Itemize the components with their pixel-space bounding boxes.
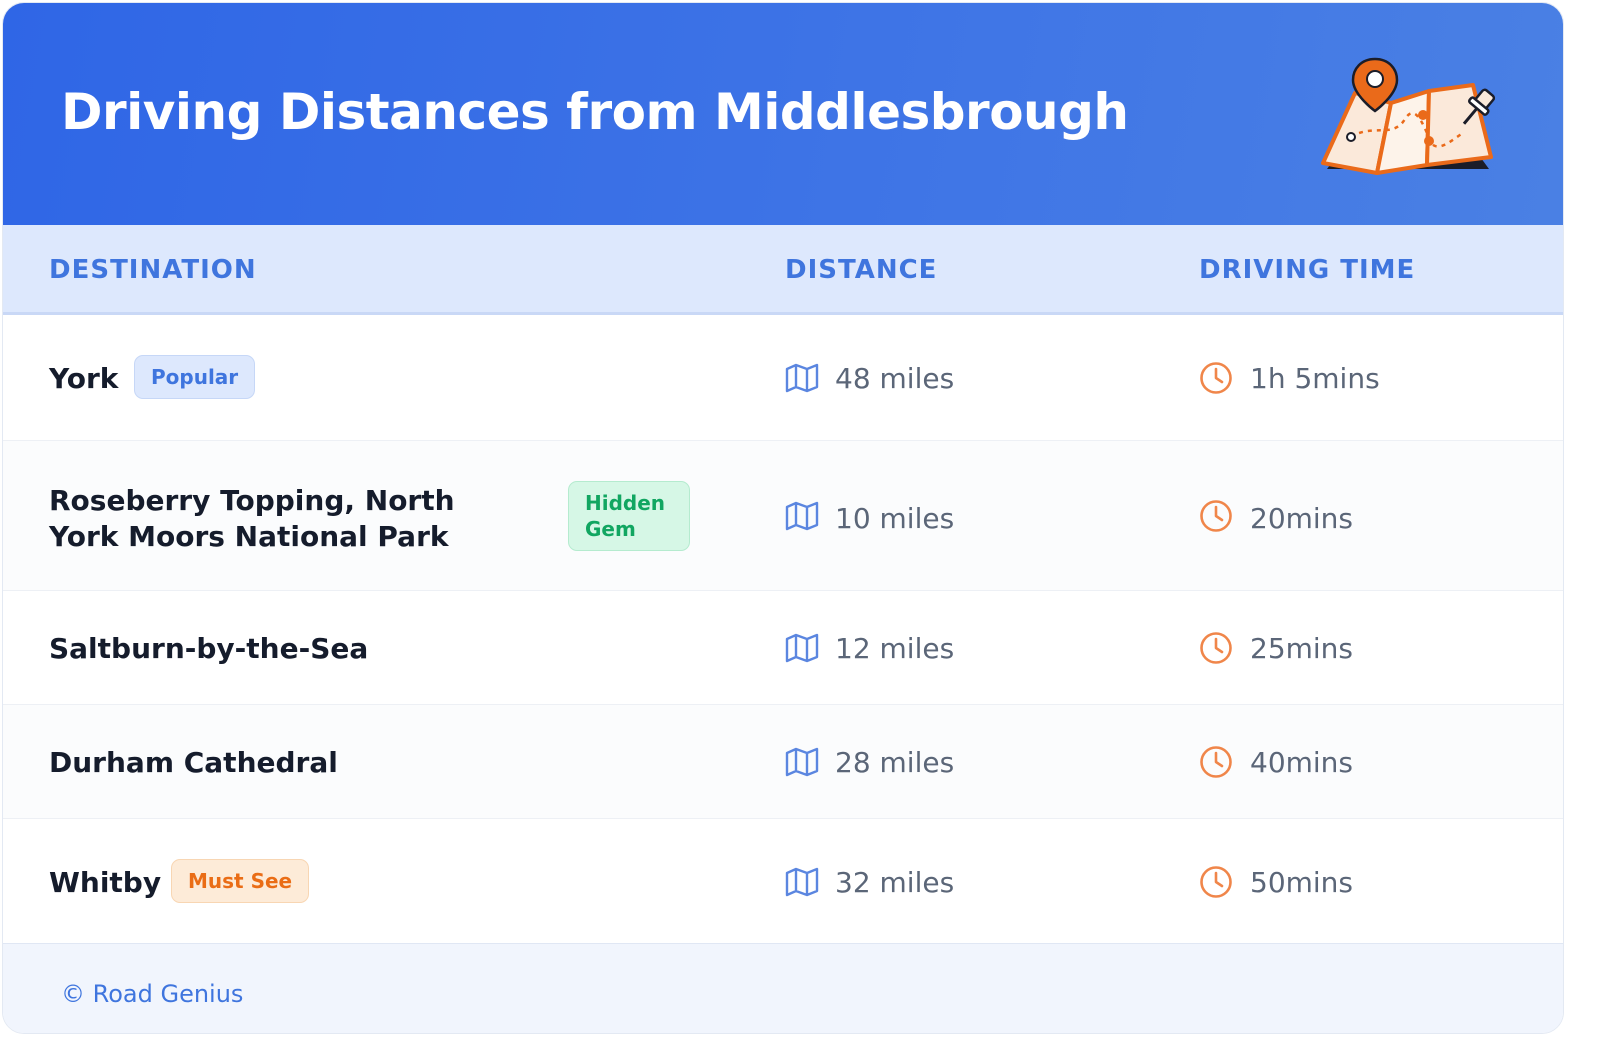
distance-value: 28 miles [835, 746, 955, 779]
clock-icon [1200, 746, 1232, 778]
popular-badge: Popular [134, 355, 256, 399]
destination-name: Durham Cathedral [49, 746, 338, 779]
column-header-driving-time: DRIVING TIME [1199, 255, 1416, 285]
distance-value: 12 miles [835, 632, 955, 665]
copyright-text: © Road Genius [61, 980, 244, 1008]
map-icon [785, 501, 819, 531]
destination-name: Whitby [49, 866, 162, 899]
header-banner: Driving Distances from Middlesbrough [3, 3, 1563, 225]
hidden-gem-badge: Hidden Gem [568, 481, 690, 551]
table-row: Whitby Must See 32 miles 50mins [3, 819, 1563, 943]
distance-value: 32 miles [835, 866, 955, 899]
table-row: Durham Cathedral 28 miles 40mins [3, 705, 1563, 819]
destination-name: York [49, 362, 119, 395]
driving-time-value: 25mins [1250, 632, 1354, 665]
table-row: Saltburn-by-the-Sea 12 miles 25mins [3, 591, 1563, 705]
map-icon [785, 747, 819, 777]
footer: © Road Genius [3, 943, 1563, 1033]
driving-time-value: 20mins [1250, 502, 1354, 535]
clock-icon [1200, 362, 1232, 394]
distance-value: 10 miles [835, 502, 955, 535]
driving-time-value: 1h 5mins [1250, 362, 1380, 395]
column-header-distance: DISTANCE [785, 255, 938, 285]
driving-time-value: 40mins [1250, 746, 1354, 779]
clock-icon [1200, 632, 1232, 664]
distance-value: 48 miles [835, 362, 955, 395]
destination-name: Roseberry Topping, North York Moors Nati… [49, 484, 455, 553]
map-icon [785, 633, 819, 663]
clock-icon [1200, 500, 1232, 532]
table-row: Roseberry Topping, North York Moors Nati… [3, 441, 1563, 591]
column-header-destination: DESTINATION [49, 255, 257, 285]
map-with-pins-icon [1321, 57, 1496, 175]
destination-name: Saltburn-by-the-Sea [49, 632, 369, 665]
distance-card: Driving Distances from Middlesbrough DES… [2, 2, 1564, 1034]
must-see-badge: Must See [171, 859, 310, 903]
table-header: DESTINATION DISTANCE DRIVING TIME [3, 225, 1563, 315]
page-title: Driving Distances from Middlesbrough [61, 83, 1129, 141]
map-icon [785, 867, 819, 897]
clock-icon [1200, 866, 1232, 898]
driving-time-value: 50mins [1250, 866, 1354, 899]
map-icon [785, 363, 819, 393]
table-row: York Popular 48 miles 1h 5mins [3, 315, 1563, 441]
